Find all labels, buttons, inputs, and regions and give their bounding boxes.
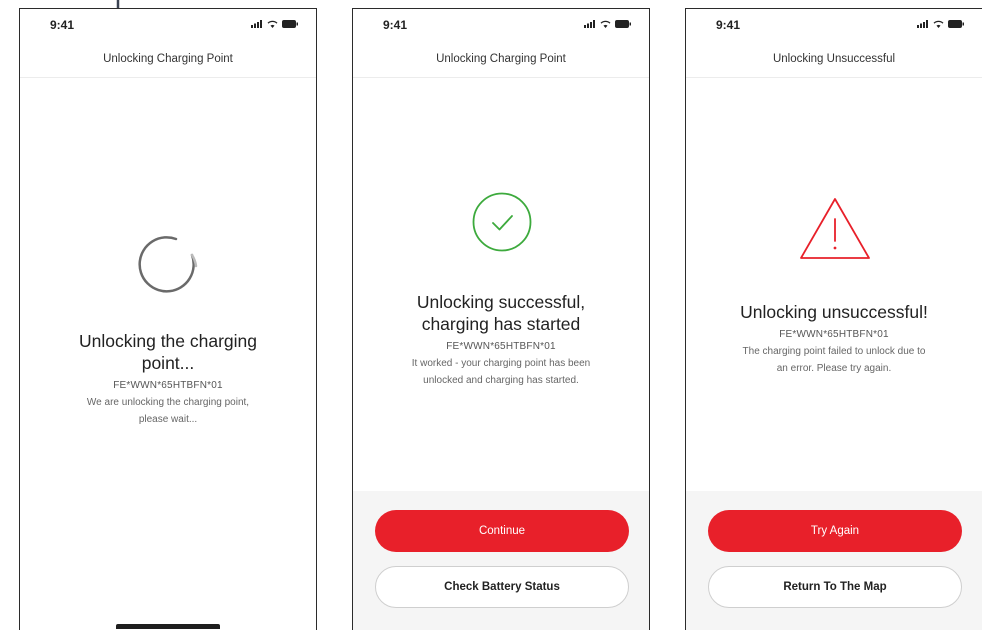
status-icons	[917, 20, 964, 28]
try-again-button[interactable]: Try Again	[708, 510, 962, 552]
charging-point-id: FE*WWN*65HTBFN*01	[446, 341, 556, 352]
description-line: We are unlocking the charging point,	[86, 397, 250, 408]
nav-title: Unlocking Unsuccessful	[772, 53, 896, 65]
nav-divider	[686, 77, 982, 78]
headline-line: charging has started	[421, 314, 581, 334]
status-time: 9:41	[716, 18, 741, 32]
status-message: Unlocking successful, charging has start…	[353, 291, 649, 389]
status-time: 9:41	[383, 18, 408, 32]
battery-icon	[282, 20, 298, 28]
success-check-icon	[472, 192, 532, 252]
description-line: an error. Please try again.	[776, 363, 892, 374]
cellular-signal-icon	[917, 20, 928, 28]
status-icons	[584, 20, 631, 28]
headline-line: Unlocking unsuccessful!	[740, 302, 928, 322]
status-icons	[251, 20, 298, 28]
action-footer: Continue Check Battery Status	[353, 491, 649, 630]
status-headline: Unlocking the charging point...	[20, 330, 316, 374]
loading-spinner-icon	[138, 236, 198, 293]
phone-screen-unlocking: 9:41 Unlocking Charging Point Unlocking …	[19, 8, 317, 630]
status-headline: Unlocking unsuccessful!	[686, 301, 982, 323]
status-description: It worked - your charging point has been…	[353, 355, 649, 389]
phone-screen-success: 9:41 Unlocking Charging Point Unlocking …	[352, 8, 650, 630]
battery-icon	[615, 20, 631, 28]
description-line: please wait...	[138, 414, 198, 425]
status-message: Unlocking unsuccessful! FE*WWN*65HTBFN*0…	[686, 301, 982, 377]
charging-point-id: FE*WWN*65HTBFN*01	[113, 380, 223, 391]
description-line: The charging point failed to unlock due …	[742, 346, 926, 357]
cellular-signal-icon	[251, 20, 262, 28]
check-battery-status-button[interactable]: Check Battery Status	[375, 566, 629, 608]
status-description: The charging point failed to unlock due …	[686, 343, 982, 377]
wifi-icon	[933, 20, 944, 28]
headline-line: Unlocking successful,	[416, 292, 586, 312]
continue-button[interactable]: Continue	[375, 510, 629, 552]
status-message: Unlocking the charging point... FE*WWN*6…	[20, 330, 316, 428]
charging-point-id: FE*WWN*65HTBFN*01	[779, 329, 889, 340]
headline-line: Unlocking the charging	[78, 331, 258, 351]
status-bar: 9:41	[686, 9, 982, 43]
nav-title: Unlocking Charging Point	[103, 53, 233, 65]
home-indicator	[116, 624, 220, 629]
nav-divider	[353, 77, 649, 78]
headline-line: point...	[141, 353, 195, 373]
phone-screen-failure: 9:41 Unlocking Unsuccessful Unlocking un…	[685, 8, 982, 630]
warning-triangle-icon	[800, 198, 870, 259]
description-line: It worked - your charging point has been	[411, 358, 591, 369]
status-description: We are unlocking the charging point, ple…	[20, 394, 316, 428]
status-bar: 9:41	[353, 9, 649, 43]
status-bar: 9:41	[20, 9, 316, 43]
action-footer: Try Again Return To The Map	[686, 491, 982, 630]
battery-icon	[948, 20, 964, 28]
nav-title: Unlocking Charging Point	[436, 53, 566, 65]
description-line: unlocked and charging has started.	[423, 375, 579, 386]
cellular-signal-icon	[584, 20, 595, 28]
nav-divider	[20, 77, 316, 78]
wifi-icon	[267, 20, 278, 28]
return-to-map-button[interactable]: Return To The Map	[708, 566, 962, 608]
status-time: 9:41	[50, 18, 75, 32]
status-headline: Unlocking successful, charging has start…	[353, 291, 649, 335]
wifi-icon	[600, 20, 611, 28]
